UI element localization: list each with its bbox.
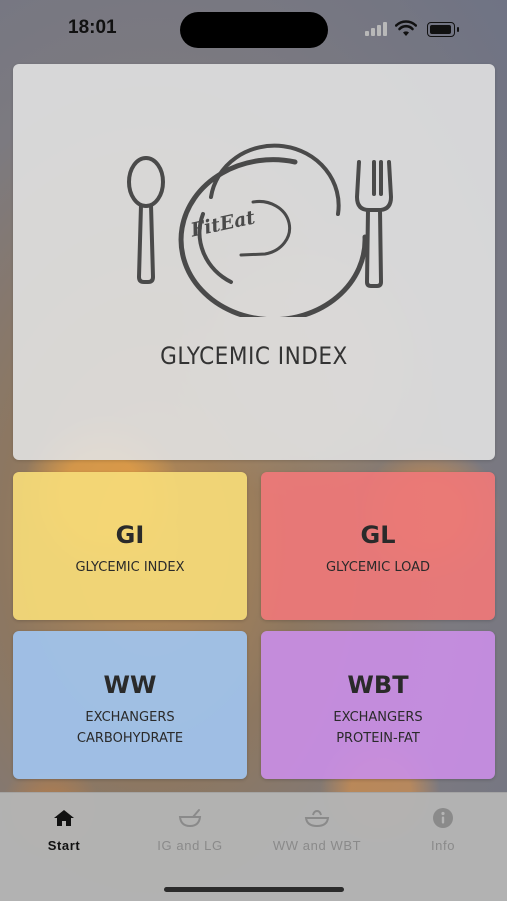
tab-start[interactable]: Start xyxy=(1,807,127,863)
tile-ww-subtitle-line1: EXCHANGERS xyxy=(85,710,175,725)
tab-ig-and-lg-label: IG and LG xyxy=(157,838,223,853)
tab-bar: Start IG and LG WW and WBT Info xyxy=(0,792,507,901)
bowl-icon xyxy=(178,809,202,828)
tile-gi[interactable]: GI GLYCEMIC INDEX xyxy=(13,472,247,620)
cellular-signal-icon xyxy=(365,22,387,36)
tab-info[interactable]: Info xyxy=(380,807,506,863)
status-bar: 18:01 xyxy=(0,0,507,58)
wifi-icon xyxy=(395,20,417,36)
info-icon xyxy=(433,808,453,828)
tile-ww-abbr: WW xyxy=(103,671,157,699)
plate-icon xyxy=(304,809,330,828)
battery-icon xyxy=(427,22,459,37)
tile-gi-abbr: GI xyxy=(115,521,145,549)
tab-ww-and-wbt[interactable]: WW and WBT xyxy=(254,807,380,863)
home-icon xyxy=(54,810,74,826)
tab-ww-and-wbt-label: WW and WBT xyxy=(272,838,362,853)
dynamic-island xyxy=(180,12,328,48)
tile-ww-subtitle-line2: CARBOHYDRATE xyxy=(76,731,184,746)
status-time: 18:01 xyxy=(68,17,117,38)
hero-card[interactable]: FitEat GLYCEMIC INDEX xyxy=(13,64,495,460)
tile-gl[interactable]: GL GLYCEMIC LOAD xyxy=(261,472,495,620)
tile-wbt-subtitle-line2: PROTEIN-FAT xyxy=(336,731,420,746)
hero-title: GLYCEMIC INDEX xyxy=(160,342,348,370)
tab-info-label: Info xyxy=(430,838,456,853)
tab-start-label: Start xyxy=(47,838,81,853)
status-icons xyxy=(365,20,475,40)
tile-ww[interactable]: WW EXCHANGERS CARBOHYDRATE xyxy=(13,631,247,779)
tile-wbt-subtitle-line1: EXCHANGERS xyxy=(333,710,423,725)
tile-gl-abbr: GL xyxy=(360,521,396,549)
tile-wbt[interactable]: WBT EXCHANGERS PROTEIN-FAT xyxy=(261,631,495,779)
home-indicator[interactable] xyxy=(164,887,344,892)
tile-wbt-abbr: WBT xyxy=(347,671,409,699)
fiteat-logo: FitEat xyxy=(127,143,394,317)
tab-ig-and-lg[interactable]: IG and LG xyxy=(127,807,253,863)
tile-gl-subtitle: GLYCEMIC LOAD xyxy=(325,560,431,575)
tile-gi-subtitle: GLYCEMIC INDEX xyxy=(75,560,185,575)
logo-text: FitEat xyxy=(188,206,257,241)
